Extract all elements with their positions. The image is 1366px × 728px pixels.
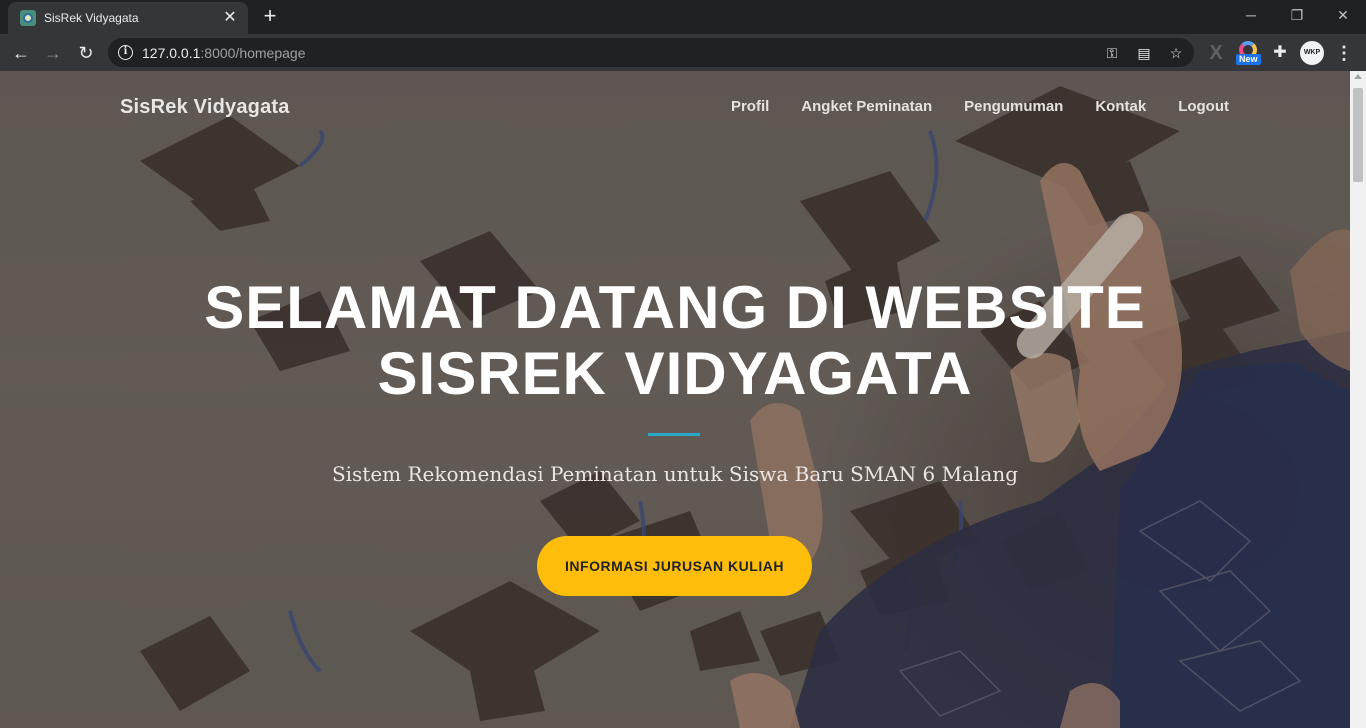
restore-icon[interactable]: ❐ [1274, 0, 1320, 30]
site-info-icon[interactable]: i [118, 45, 133, 60]
browser-toolbar: ← → ↻ i 127.0.0.1:8000/homepage ⚿ ▤ ☆ X … [0, 34, 1366, 71]
hero-title-line-1: SELAMAT DATANG DI WEBSITE [204, 274, 1146, 341]
informasi-jurusan-button[interactable]: INFORMASI JURUSAN KULIAH [537, 536, 812, 596]
close-tab-icon[interactable]: ✕ [220, 8, 240, 28]
browser-tab[interactable]: SisRek Vidyagata ✕ [8, 2, 248, 34]
hero-subtitle: Sistem Rekomendasi Peminatan untuk Siswa… [331, 462, 1019, 486]
nav-link-kontak[interactable]: Kontak [1095, 98, 1146, 115]
homepage: SisRek Vidyagata Profil Angket Peminatan… [0, 71, 1350, 728]
navbar-links: Profil Angket Peminatan Pengumuman Konta… [731, 98, 1229, 115]
url-text[interactable]: 127.0.0.1:8000/homepage [142, 45, 305, 61]
hero-title: SELAMAT DATANG DI WEBSITE SISREK VIDYAGA… [175, 275, 1175, 407]
back-button[interactable]: ← [8, 40, 34, 66]
scroll-up-arrow-icon[interactable] [1354, 74, 1362, 79]
site-favicon-icon [20, 10, 36, 26]
nav-link-angket-peminatan[interactable]: Angket Peminatan [801, 98, 932, 115]
extension-new-icon[interactable]: New [1236, 41, 1261, 65]
new-tab-button[interactable]: + [258, 5, 282, 29]
scrollbar-thumb[interactable] [1353, 88, 1363, 182]
key-icon[interactable]: ⚿ [1102, 43, 1122, 63]
nav-link-pengumuman[interactable]: Pengumuman [964, 98, 1063, 115]
navbar-brand[interactable]: SisRek Vidyagata [120, 96, 290, 119]
tab-strip: SisRek Vidyagata ✕ + ─ ❐ ✕ [0, 0, 1366, 34]
close-window-icon[interactable]: ✕ [1320, 0, 1366, 30]
hero-divider [648, 433, 700, 436]
puzzle-extensions-icon[interactable]: ✚ [1268, 41, 1292, 65]
nav-link-profil[interactable]: Profil [731, 98, 769, 115]
address-bar[interactable]: i 127.0.0.1:8000/homepage ⚿ ▤ ☆ [108, 38, 1194, 67]
nav-link-logout[interactable]: Logout [1178, 98, 1229, 115]
extension-badge: New [1236, 54, 1261, 65]
browser-menu-icon[interactable]: ⋮ [1334, 41, 1354, 65]
url-host: 127.0.0.1 [142, 45, 201, 61]
reload-button[interactable]: ↻ [73, 40, 99, 66]
url-path: :8000/homepage [200, 45, 306, 61]
minimize-icon[interactable]: ─ [1228, 0, 1274, 30]
hero-title-line-2: SISREK VIDYAGATA [377, 340, 973, 407]
extension-x-icon[interactable]: X [1204, 41, 1228, 65]
bookmark-star-icon[interactable]: ☆ [1166, 43, 1186, 63]
translate-icon[interactable]: ▤ [1134, 43, 1154, 63]
page-scrollbar[interactable] [1350, 71, 1366, 728]
profile-avatar[interactable]: WKP [1300, 41, 1324, 65]
forward-button[interactable]: → [40, 40, 66, 66]
tab-title: SisRek Vidyagata [44, 11, 139, 25]
